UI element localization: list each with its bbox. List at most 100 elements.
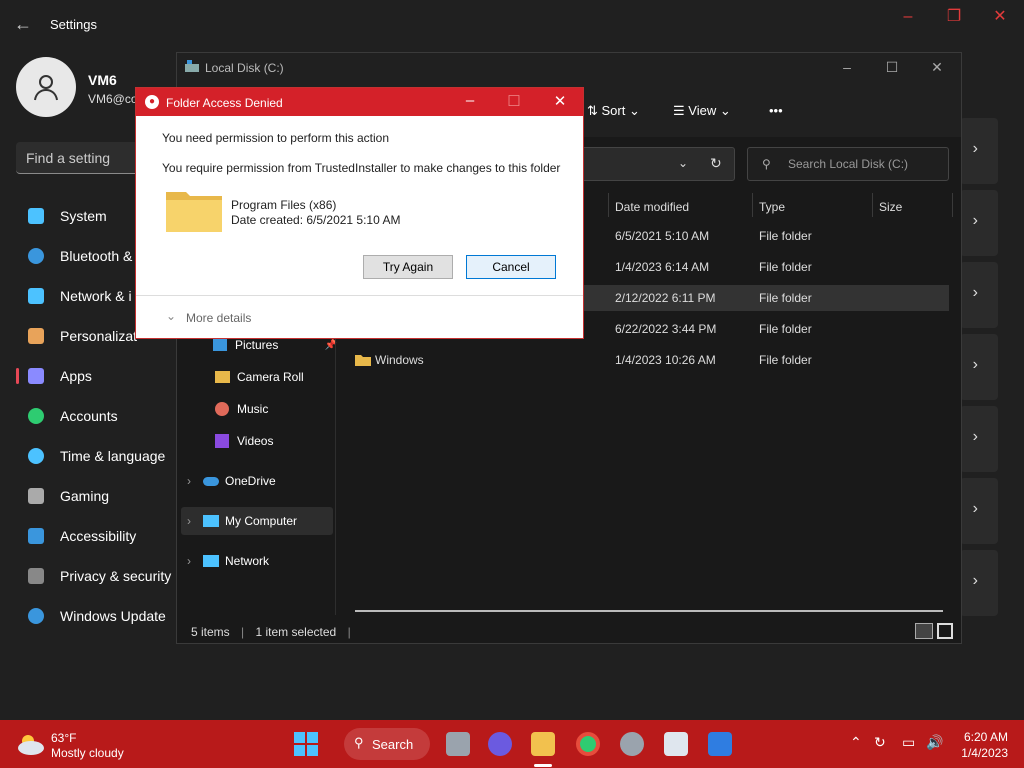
row-type: File folder <box>759 260 812 274</box>
row-name: Windows <box>375 353 424 367</box>
settings-gear-icon[interactable] <box>620 732 644 756</box>
view-label: View <box>688 103 717 118</box>
close-icon[interactable]: ✕ <box>990 8 1010 26</box>
sort-label: Sort <box>601 103 626 118</box>
apps-icon <box>28 368 44 384</box>
maximize-icon[interactable]: ☐ <box>882 59 902 76</box>
sidebar-item-camera-roll[interactable]: Camera Roll <box>215 363 304 391</box>
performance-monitor-icon[interactable] <box>664 732 688 756</box>
settings-card[interactable]: › <box>960 550 998 616</box>
close-icon[interactable]: ✕ <box>548 92 572 110</box>
clock-time[interactable]: 6:20 AM <box>964 730 1008 744</box>
task-view-icon[interactable] <box>446 732 470 756</box>
nav-accounts[interactable]: Accounts <box>16 396 176 436</box>
chat-icon[interactable] <box>488 732 512 756</box>
taskbar-search-button[interactable]: ⚲ Search <box>344 728 430 760</box>
system-icon <box>28 208 44 224</box>
settings-card[interactable]: › <box>960 334 998 400</box>
explorer-search-input[interactable]: ⚲ Search Local Disk (C:) <box>747 147 949 181</box>
dialog-message: You need permission to perform this acti… <box>162 131 390 145</box>
column-size[interactable]: Size <box>879 195 902 219</box>
chevron-right-icon: › <box>972 284 978 301</box>
details-view-icon[interactable] <box>915 623 933 639</box>
file-explorer-icon[interactable] <box>531 732 555 756</box>
row-type: File folder <box>759 291 812 305</box>
chrome-icon[interactable] <box>576 732 600 756</box>
restore-icon[interactable]: ❐ <box>944 8 964 26</box>
brush-icon <box>28 328 44 344</box>
sync-icon[interactable]: ↻ <box>874 734 886 751</box>
photos-icon[interactable] <box>708 732 732 756</box>
nav-time-language[interactable]: Time & language <box>16 436 176 476</box>
chevron-right-icon[interactable]: › <box>187 514 191 528</box>
horizontal-scrollbar[interactable] <box>355 610 943 612</box>
taskbar: 63°F Mostly cloudy ⚲ Search ⌃ ↻ ▭ 🔊 6:20… <box>0 720 1024 768</box>
sidebar-item-my-computer[interactable]: › My Computer <box>181 507 333 535</box>
cancel-button[interactable]: Cancel <box>466 255 556 279</box>
status-selected: 1 item selected <box>255 625 337 639</box>
chevron-right-icon: › <box>972 428 978 445</box>
settings-title: Settings <box>50 17 97 32</box>
table-row[interactable]: Windows 1/4/2023 10:26 AM File folder <box>353 347 949 373</box>
settings-card[interactable]: › <box>960 406 998 472</box>
minimize-icon[interactable]: – <box>898 8 918 26</box>
nav-gaming[interactable]: Gaming <box>16 476 176 516</box>
more-options-button[interactable]: ••• <box>769 103 783 118</box>
try-again-button[interactable]: Try Again <box>363 255 453 279</box>
sidebar-item-onedrive[interactable]: › OneDrive <box>187 467 276 495</box>
close-icon[interactable]: ✕ <box>927 59 947 76</box>
settings-card[interactable]: › <box>960 190 998 256</box>
nav-label: Gaming <box>60 488 110 504</box>
more-details-toggle[interactable]: More details <box>186 311 251 325</box>
nav-windows-update[interactable]: Windows Update <box>16 596 176 636</box>
volume-icon[interactable]: 🔊 <box>926 734 943 751</box>
chevron-down-icon[interactable]: ⌄ <box>166 309 176 323</box>
weather-temp[interactable]: 63°F <box>51 731 76 745</box>
weather-cloud-icon[interactable] <box>16 732 46 756</box>
sidebar-item-music[interactable]: Music <box>215 395 268 423</box>
settings-card[interactable]: › <box>960 118 998 184</box>
settings-search-placeholder: Find a setting <box>26 150 111 166</box>
column-separator[interactable] <box>952 193 953 217</box>
view-button[interactable]: ☰ View ⌄ <box>673 103 731 119</box>
bluetooth-icon <box>28 248 44 264</box>
update-icon <box>28 608 44 624</box>
clock-date[interactable]: 1/4/2023 <box>961 746 1008 760</box>
column-date-modified[interactable]: Date modified <box>615 195 689 219</box>
chevron-right-icon[interactable]: › <box>187 554 191 568</box>
tiles-view-icon[interactable] <box>937 623 953 639</box>
computer-icon <box>203 515 219 527</box>
column-type[interactable]: Type <box>759 195 785 219</box>
chevron-right-icon[interactable]: › <box>187 474 191 488</box>
nav-privacy[interactable]: Privacy & security <box>16 556 176 596</box>
start-icon[interactable] <box>294 732 318 756</box>
row-date: 1/4/2023 10:26 AM <box>615 353 716 367</box>
nav-accessibility[interactable]: Accessibility <box>16 516 176 556</box>
search-icon: ⚲ <box>354 735 364 750</box>
dialog-title: Folder Access Denied <box>166 96 283 110</box>
column-separator[interactable] <box>608 193 609 217</box>
user-email: VM6@co <box>88 92 138 106</box>
back-arrow-icon[interactable]: ← <box>14 14 34 34</box>
chevron-down-icon[interactable]: ⌄ <box>678 156 688 170</box>
settings-card[interactable]: › <box>960 262 998 328</box>
sidebar-item-videos[interactable]: Videos <box>215 427 273 455</box>
display-icon[interactable]: ▭ <box>902 734 915 751</box>
nav-label: System <box>60 208 107 224</box>
refresh-icon[interactable]: ↻ <box>710 155 722 172</box>
avatar[interactable] <box>16 57 76 117</box>
settings-card[interactable]: › <box>960 478 998 544</box>
warning-icon: ● <box>145 95 159 109</box>
nav-apps[interactable]: Apps <box>16 356 176 396</box>
sort-button[interactable]: ⇅ Sort ⌄ <box>587 103 640 119</box>
nav-label: Apps <box>60 368 92 384</box>
folder-access-denied-dialog: ● Folder Access Denied – ☐ ✕ You need pe… <box>135 87 584 339</box>
minimize-icon[interactable]: – <box>837 59 857 75</box>
minimize-icon[interactable]: – <box>458 92 482 109</box>
chevron-up-icon[interactable]: ⌃ <box>850 734 862 751</box>
column-separator[interactable] <box>752 193 753 217</box>
weather-desc[interactable]: Mostly cloudy <box>51 746 124 760</box>
sidebar-item-network[interactable]: › Network <box>187 547 269 575</box>
network-icon <box>203 555 219 567</box>
column-separator[interactable] <box>872 193 873 217</box>
